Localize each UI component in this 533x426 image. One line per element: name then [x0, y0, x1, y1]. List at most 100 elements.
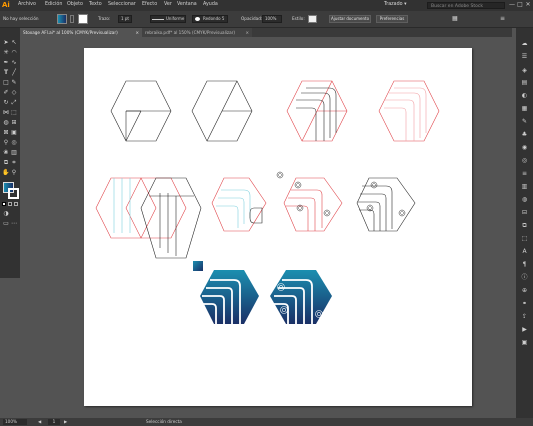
- menu-file[interactable]: Archivo: [18, 2, 36, 7]
- hand-icon[interactable]: ✋: [2, 169, 10, 177]
- minimize-icon[interactable]: —: [508, 1, 516, 9]
- line-tool-icon[interactable]: ╱: [10, 69, 18, 77]
- document-setup-button[interactable]: Ajustar documento: [329, 15, 371, 23]
- selection-tool-icon[interactable]: ➤: [2, 39, 10, 47]
- artboard-tool-icon[interactable]: ⧉: [2, 159, 10, 167]
- document-info-icon[interactable]: ▣: [520, 338, 529, 347]
- menu-object[interactable]: Objeto: [67, 2, 83, 7]
- close-icon[interactable]: ×: [135, 28, 139, 37]
- stroke-icon[interactable]: ≡: [520, 169, 529, 178]
- gradient-mode-icon[interactable]: [8, 202, 12, 206]
- artboard[interactable]: [84, 48, 472, 406]
- curvature-tool-icon[interactable]: ∿: [10, 59, 18, 67]
- menu-window[interactable]: Ventana: [177, 2, 197, 7]
- pencil-icon[interactable]: ✐: [2, 89, 10, 97]
- menu-type[interactable]: Texto: [89, 2, 102, 7]
- pathfinder-icon[interactable]: ⧉: [520, 221, 529, 230]
- swatches-icon[interactable]: ▦: [520, 104, 529, 113]
- fill-swatch[interactable]: [57, 14, 67, 24]
- character-icon[interactable]: A: [520, 247, 529, 256]
- shape-builder-icon[interactable]: ◍: [2, 119, 10, 127]
- eyedropper-icon[interactable]: ⚲: [2, 139, 10, 147]
- menu-help[interactable]: Ayuda: [203, 2, 218, 7]
- paragraph-icon[interactable]: ¶: [520, 260, 529, 269]
- hexagon-overlay-group[interactable]: [95, 177, 202, 259]
- gradient-panel-icon[interactable]: ▥: [520, 182, 529, 191]
- free-transform-icon[interactable]: ⬚: [10, 109, 18, 117]
- cube-guide-1[interactable]: [211, 177, 267, 232]
- close-icon[interactable]: ✕: [524, 1, 532, 9]
- zoom-level-dropdown[interactable]: 100%: [3, 419, 27, 425]
- chevron-down-icon[interactable]: [70, 15, 74, 23]
- menu-effect[interactable]: Efecto: [142, 2, 157, 7]
- stroke-swatch[interactable]: [78, 14, 88, 24]
- color-icon[interactable]: ◐: [520, 91, 529, 100]
- actions-icon[interactable]: ▶: [520, 325, 529, 334]
- pen-tool-icon[interactable]: ✒: [2, 59, 10, 67]
- lasso-icon[interactable]: ◠: [10, 49, 18, 57]
- hexagon-step-4[interactable]: [378, 80, 440, 142]
- blend-icon[interactable]: ◎: [10, 139, 18, 147]
- symbols-icon[interactable]: ♣: [520, 130, 529, 139]
- maximize-icon[interactable]: □: [516, 1, 524, 9]
- menu-select[interactable]: Seleccionar: [108, 2, 136, 7]
- info-icon[interactable]: ⓘ: [520, 273, 529, 282]
- stroke-color-swatch[interactable]: [8, 188, 19, 199]
- mesh-icon[interactable]: ⊠: [2, 129, 10, 137]
- none-mode-icon[interactable]: [14, 202, 18, 206]
- anchor-marker[interactable]: [276, 171, 284, 179]
- gradient-sample-swatch[interactable]: [193, 261, 203, 271]
- magic-wand-icon[interactable]: ✳: [2, 49, 10, 57]
- width-tool-icon[interactable]: ⋈: [2, 109, 10, 117]
- eraser-icon[interactable]: ◇: [10, 89, 18, 97]
- asset-export-icon[interactable]: ⇪: [520, 312, 529, 321]
- menu-view[interactable]: Ver: [164, 2, 172, 7]
- color-mode-icon[interactable]: [2, 202, 6, 206]
- rotate-icon[interactable]: ↻: [2, 99, 10, 107]
- zoom-icon[interactable]: ⚲: [10, 169, 18, 177]
- arrange-documents-icon[interactable]: ▦: [452, 14, 462, 24]
- more-tools-icon[interactable]: ⋯: [10, 220, 18, 228]
- cube-guide-3[interactable]: [356, 177, 416, 232]
- navigator-icon[interactable]: ⊕: [520, 286, 529, 295]
- gradient-cube-1[interactable]: [200, 270, 259, 324]
- transform-icon[interactable]: ⬚: [520, 234, 529, 243]
- slice-icon[interactable]: ⌗: [10, 159, 18, 167]
- gradient-icon[interactable]: ▣: [10, 129, 18, 137]
- graphic-styles-icon[interactable]: ◉: [520, 143, 529, 152]
- opacity-input[interactable]: 100%: [262, 15, 282, 23]
- transparency-icon[interactable]: ◍: [520, 195, 529, 204]
- direct-selection-tool-icon[interactable]: ↖: [10, 39, 18, 47]
- previous-artboard-icon[interactable]: ◀: [38, 419, 41, 425]
- hexagon-step-2[interactable]: [191, 80, 253, 142]
- symbol-sprayer-icon[interactable]: ❀: [2, 149, 10, 157]
- scale-icon[interactable]: ⤢: [10, 99, 18, 107]
- links-icon[interactable]: ⚭: [520, 299, 529, 308]
- graphic-style-swatch[interactable]: [308, 15, 317, 23]
- graph-icon[interactable]: ▥: [10, 149, 18, 157]
- screen-mode-icon[interactable]: ▭: [2, 220, 10, 228]
- align-icon[interactable]: ⊟: [520, 208, 529, 217]
- cube-guide-2[interactable]: [283, 177, 343, 232]
- stock-search-input[interactable]: Buscar en Adobe Stock: [427, 2, 505, 9]
- menu-edit[interactable]: Edición: [45, 2, 62, 7]
- workspace-switcher[interactable]: Trazado ▾: [384, 2, 407, 7]
- properties-icon[interactable]: ☰: [520, 52, 529, 61]
- hexagon-step-3[interactable]: [286, 80, 348, 142]
- layers-icon[interactable]: ◈: [520, 66, 529, 75]
- libraries-icon[interactable]: ☁: [520, 39, 529, 48]
- next-artboard-icon[interactable]: ▶: [64, 419, 67, 425]
- artboards-icon[interactable]: ▤: [520, 78, 529, 87]
- appearance-icon[interactable]: ◎: [520, 156, 529, 165]
- type-tool-icon[interactable]: T: [2, 69, 10, 77]
- hexagon-step-1[interactable]: [110, 80, 172, 142]
- close-icon[interactable]: ×: [245, 28, 249, 37]
- brush-icon[interactable]: ✎: [10, 79, 18, 87]
- rectangle-tool-icon[interactable]: □: [2, 79, 10, 87]
- brushes-icon[interactable]: ✎: [520, 117, 529, 126]
- preferences-button[interactable]: Preferencias: [376, 15, 408, 23]
- stroke-weight-input[interactable]: 1 pt: [118, 15, 132, 23]
- panel-menu-icon[interactable]: ≡: [500, 14, 510, 24]
- tab-stoxage[interactable]: Stoxage AFI.ai* al 100% (CMYK/Previsuali…: [20, 28, 142, 37]
- gradient-cube-2[interactable]: [270, 270, 332, 324]
